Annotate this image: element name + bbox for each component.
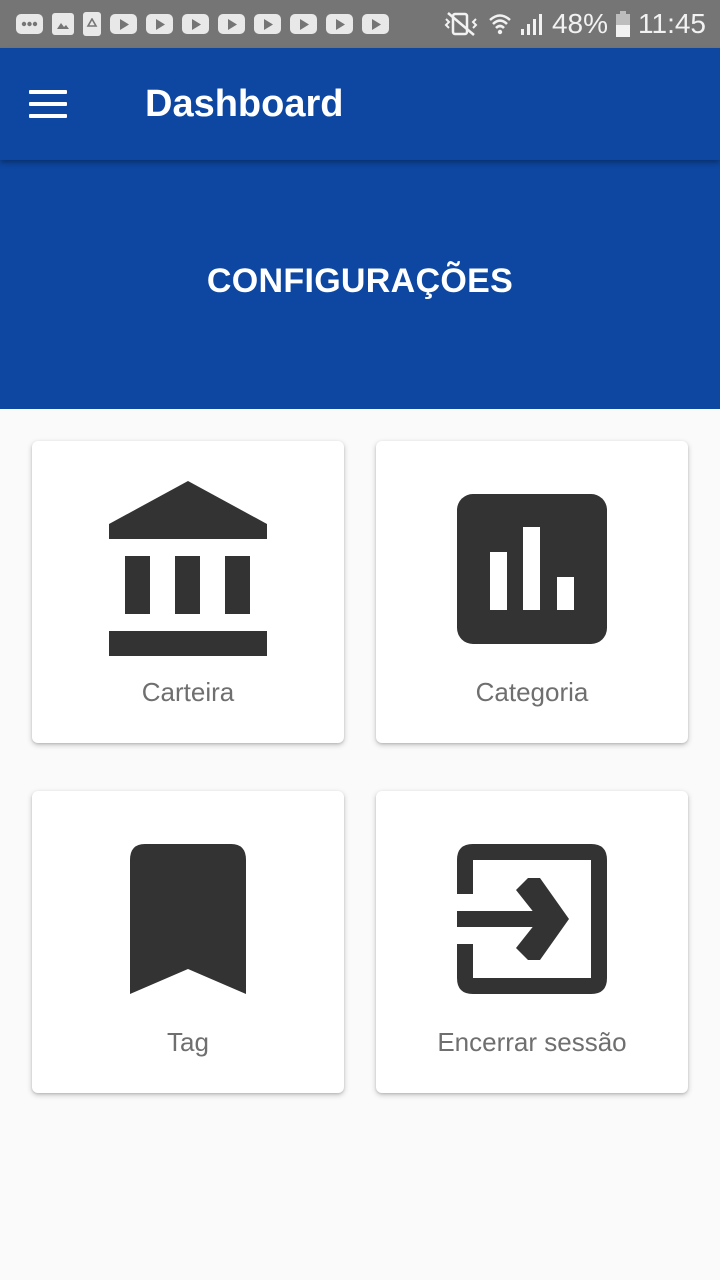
carteira-label: Carteira bbox=[141, 677, 235, 707]
wifi-icon bbox=[488, 12, 512, 36]
message-icon bbox=[16, 14, 43, 34]
settings-banner: CONFIGURAÇÕES bbox=[0, 160, 720, 409]
tag-label: Tag bbox=[167, 1027, 209, 1057]
youtube-icon bbox=[182, 14, 209, 34]
categoria-card[interactable]: Categoria bbox=[376, 441, 688, 743]
exit-icon bbox=[376, 831, 688, 1007]
menu-line bbox=[29, 114, 67, 118]
logout-card[interactable]: Encerrar sessão bbox=[376, 791, 688, 1093]
carteira-card[interactable]: Carteira bbox=[32, 441, 344, 743]
youtube-icon bbox=[110, 14, 137, 34]
vibrate-mute-icon bbox=[442, 11, 480, 37]
battery-icon bbox=[616, 11, 630, 37]
bookmark-icon bbox=[32, 831, 344, 1007]
logout-label: Encerrar sessão bbox=[437, 1027, 627, 1057]
youtube-icon bbox=[218, 14, 245, 34]
battery-percent: 48% bbox=[551, 8, 608, 39]
status-bar: 48% 11:45 bbox=[0, 0, 720, 48]
youtube-icon bbox=[254, 14, 281, 34]
recycle-icon bbox=[83, 12, 101, 36]
youtube-icon bbox=[290, 14, 317, 34]
system-status: 48% 11:45 bbox=[442, 0, 706, 48]
youtube-icon bbox=[326, 14, 353, 34]
hamburger-menu-icon[interactable] bbox=[18, 74, 78, 134]
categoria-label: Categoria bbox=[475, 677, 589, 707]
image-icon bbox=[52, 13, 74, 35]
notification-icons bbox=[0, 12, 389, 36]
tag-card[interactable]: Tag bbox=[32, 791, 344, 1093]
bar-chart-icon bbox=[376, 481, 688, 657]
youtube-icon bbox=[146, 14, 173, 34]
banner-title: CONFIGURAÇÕES bbox=[206, 262, 514, 300]
app-bar: Dashboard bbox=[0, 48, 720, 160]
menu-line bbox=[29, 90, 67, 94]
signal-icon bbox=[520, 12, 544, 36]
clock: 11:45 bbox=[638, 8, 706, 39]
youtube-icon bbox=[362, 14, 389, 34]
menu-line bbox=[29, 102, 67, 106]
page-title: Dashboard bbox=[145, 83, 344, 125]
bank-icon bbox=[32, 481, 344, 657]
